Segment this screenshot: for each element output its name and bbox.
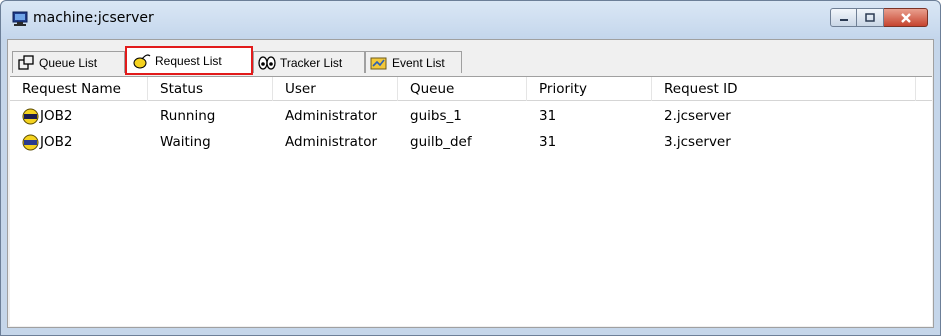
request-id: 3.jcserver [664,134,731,150]
column-header-request-id[interactable]: Request ID [652,77,916,101]
request-list-view[interactable]: Request Name Status User Queue Priority … [10,76,932,326]
minimize-icon [839,18,848,21]
maximize-button[interactable] [857,8,884,27]
title-bar[interactable]: machine:jcserver [1,1,940,39]
app-window: machine:jcserver Queue List Request List… [0,0,941,336]
request-user: Administrator [285,108,378,124]
maximize-icon [865,12,875,22]
column-header-status[interactable]: Status [148,77,273,101]
request-name: JOB2 [40,134,73,150]
request-priority: 31 [539,134,557,150]
tab-label: Tracker List [280,55,343,70]
tab-label: Event List [392,55,445,70]
request-queue: guilb_def [410,134,472,150]
tab-label: Queue List [39,55,98,70]
client-area: Queue List Request List Tracker List Eve… [7,39,934,328]
request-user: Administrator [285,134,378,150]
window-title: machine:jcserver [33,10,154,26]
queue-icon [18,54,34,70]
request-priority: 31 [539,108,557,124]
waiting-status-icon [22,134,39,151]
request-name: JOB2 [40,108,73,124]
request-id: 2.jcserver [664,108,731,124]
column-header-queue[interactable]: Queue [398,77,527,101]
running-status-icon [22,108,39,125]
tab-request-list[interactable]: Request List [125,46,253,75]
list-header: Request Name Status User Queue Priority … [10,77,932,101]
event-icon [370,57,387,69]
close-button[interactable] [884,8,928,27]
request-icon [133,53,151,68]
tab-event-list[interactable]: Event List [365,51,462,73]
request-status: Running [160,108,216,124]
tab-strip: Queue List Request List Tracker List Eve… [8,40,933,77]
computer-icon [12,11,28,26]
window-controls [830,8,928,28]
close-icon [900,12,911,23]
column-header-request-name[interactable]: Request Name [10,77,148,101]
column-header-user[interactable]: User [273,77,398,101]
minimize-button[interactable] [830,8,857,27]
column-header-priority[interactable]: Priority [527,77,652,101]
tab-tracker-list[interactable]: Tracker List [253,51,365,73]
tab-queue-list[interactable]: Queue List [12,51,125,73]
request-queue: guibs_1 [410,108,462,124]
request-status: Waiting [160,134,211,150]
tracker-icon [258,55,276,70]
tab-label: Request List [155,53,222,68]
table-row[interactable]: JOB2 Running Administrator guibs_1 31 2.… [10,103,932,129]
table-row[interactable]: JOB2 Waiting Administrator guilb_def 31 … [10,129,932,155]
